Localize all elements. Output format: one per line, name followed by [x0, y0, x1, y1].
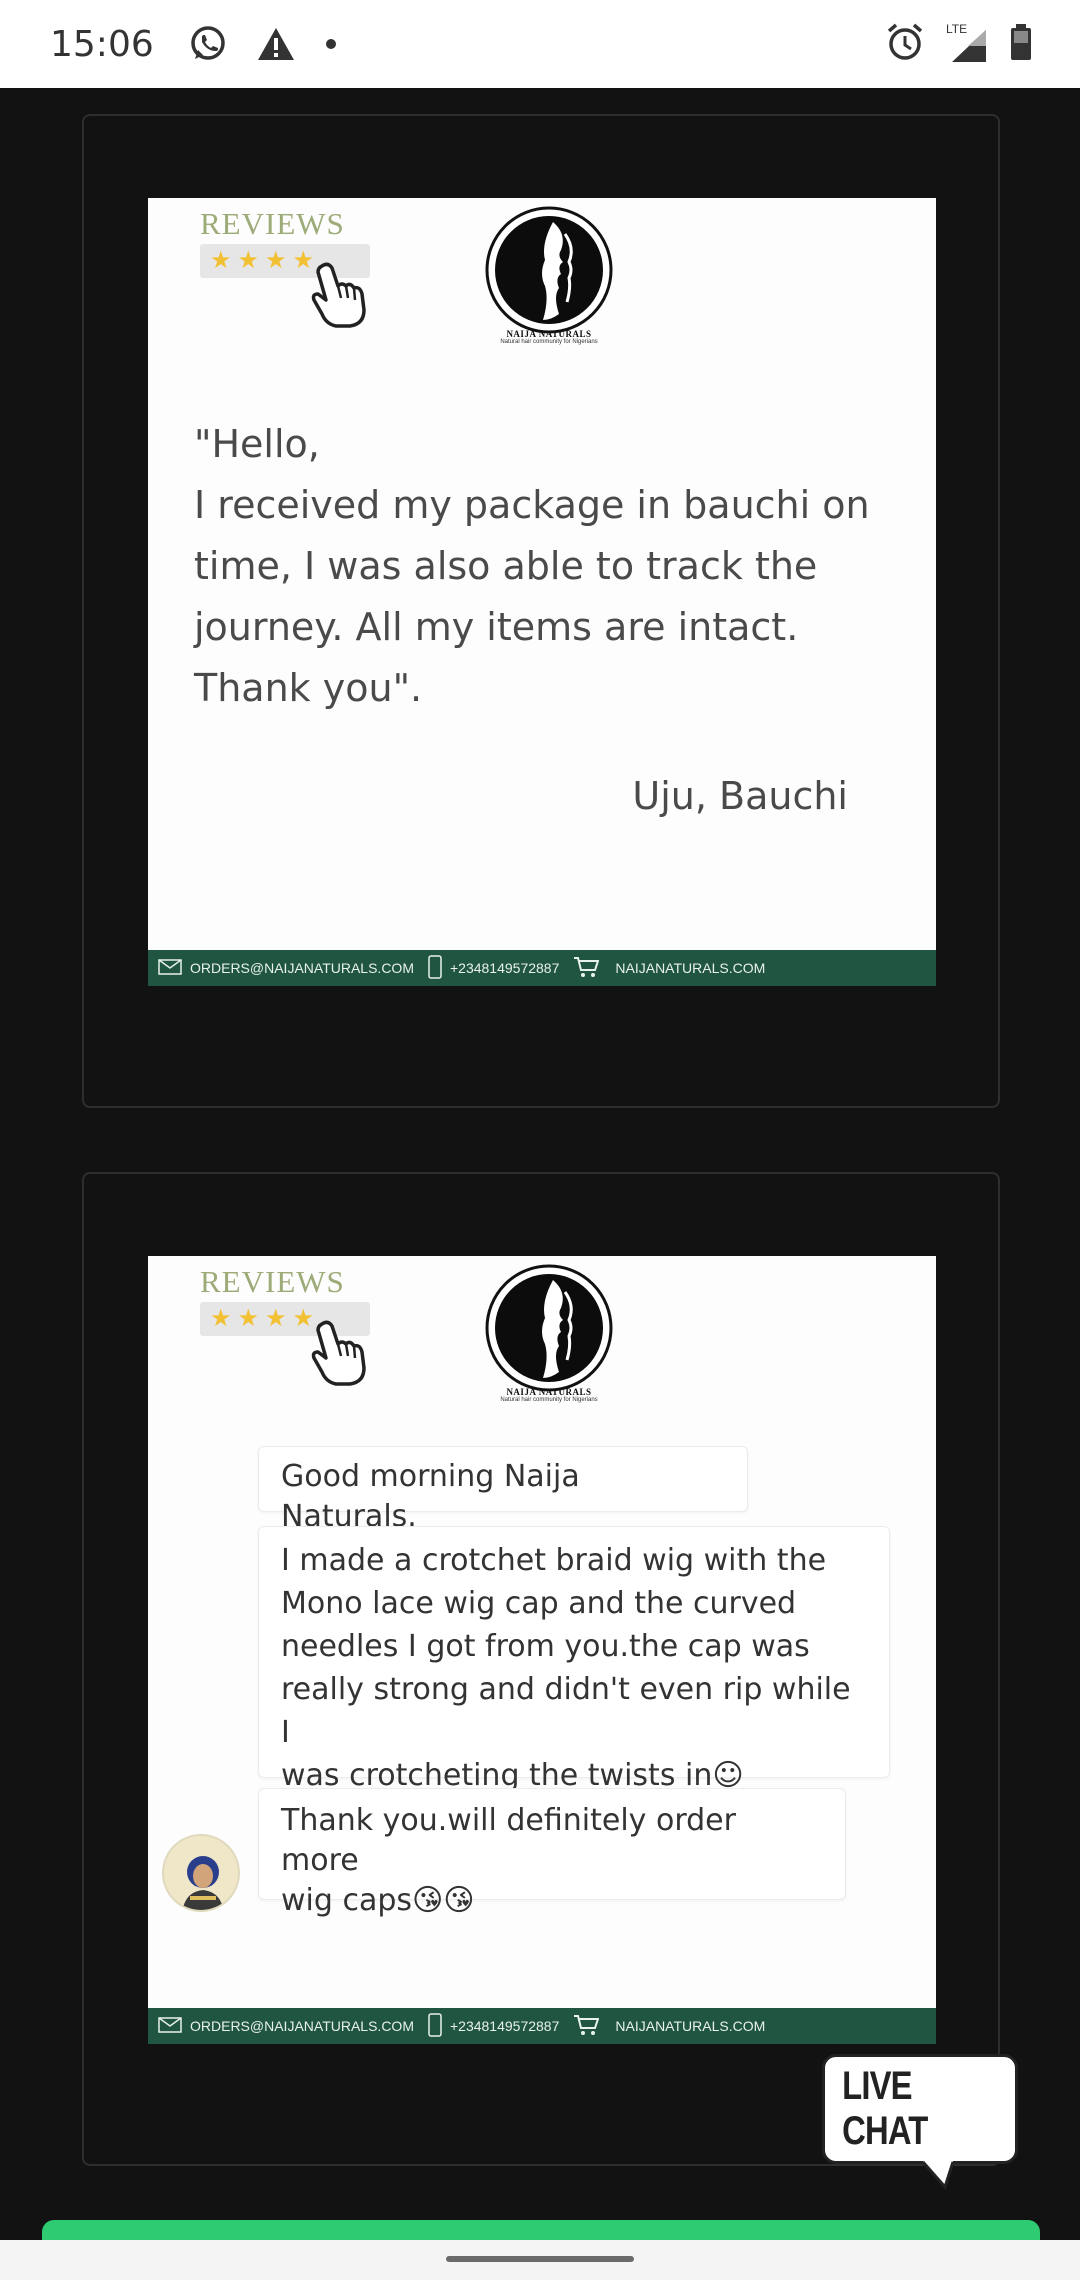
- contact-site: NAIJANATURALS.COM: [615, 960, 766, 976]
- chat-message-3: Thank you.will definitely order more wig…: [258, 1788, 846, 1918]
- review-image-2[interactable]: REVIEWS ★★★★ NAIJA NATURALS Natural hair…: [148, 1256, 936, 2044]
- speech-tail-icon: [923, 2161, 953, 2190]
- cart-icon: [573, 2014, 600, 2039]
- review-image-1[interactable]: REVIEWS ★★★★ NAIJA NATURALS Natural hair…: [148, 198, 936, 986]
- brand-logo: NAIJA NATURALS Natural hair community fo…: [478, 204, 620, 345]
- live-chat-button[interactable]: LIVE CHAT: [822, 2054, 1018, 2190]
- status-time: 15:06: [50, 23, 154, 65]
- pointing-hand-icon: [308, 1318, 372, 1393]
- lte-signal-icon: LTE: [938, 22, 994, 66]
- brand-logo-tagline: Natural hair community for Nigerians: [500, 339, 598, 345]
- contact-phone: +2348149572887: [449, 960, 560, 976]
- reviews-badge-title: REVIEWS: [200, 206, 345, 241]
- live-chat-label: LIVE CHAT: [842, 2064, 928, 2153]
- status-bar: 15:06 LTE: [0, 0, 1080, 88]
- battery-icon: [1008, 22, 1034, 67]
- alarm-icon: [886, 22, 924, 67]
- contact-email: ORDERS@NAIJANATURALS.COM: [190, 2018, 414, 2034]
- review-card-2: REVIEWS ★★★★ NAIJA NATURALS Natural hair…: [82, 1172, 1000, 2166]
- contact-site: NAIJANATURALS.COM: [615, 2018, 766, 2034]
- review-quote: "Hello, I received my package in bauchi …: [194, 422, 870, 710]
- reviews-badge-title: REVIEWS: [200, 1264, 345, 1299]
- warning-icon: [256, 26, 296, 62]
- brand-logo-icon: [485, 1264, 613, 1392]
- cart-icon: [573, 956, 600, 981]
- phone-icon: [428, 954, 442, 982]
- dot-icon: [324, 37, 338, 51]
- mail-icon: [158, 2016, 182, 2036]
- pointing-hand-icon: [308, 260, 372, 335]
- chat-message-2: I made a crotchet braid wig with the Mon…: [258, 1526, 890, 1793]
- whatsapp-icon: [188, 24, 228, 64]
- contact-strip: ORDERS@NAIJANATURALS.COM +2348149572887 …: [148, 2008, 936, 2044]
- contact-email: ORDERS@NAIJANATURALS.COM: [190, 960, 414, 976]
- contact-phone: +2348149572887: [449, 2018, 560, 2034]
- chat-message-1: Good morning Naija Naturals.: [258, 1446, 748, 1534]
- review-signature: Uju, Bauchi: [632, 774, 848, 818]
- brand-logo-icon: [485, 206, 613, 334]
- phone-icon: [428, 2012, 442, 2040]
- brand-logo-tagline: Natural hair community for Nigerians: [500, 1397, 598, 1403]
- status-right-icons: LTE: [886, 0, 1034, 88]
- contact-strip: ORDERS@NAIJANATURALS.COM +2348149572887 …: [148, 950, 936, 986]
- avatar: [162, 1834, 240, 1912]
- mail-icon: [158, 958, 182, 978]
- brand-logo: NAIJA NATURALS Natural hair community fo…: [478, 1262, 620, 1403]
- review-card-1: REVIEWS ★★★★ NAIJA NATURALS Natural hair…: [82, 114, 1000, 1108]
- home-gesture-pill[interactable]: [446, 2256, 634, 2262]
